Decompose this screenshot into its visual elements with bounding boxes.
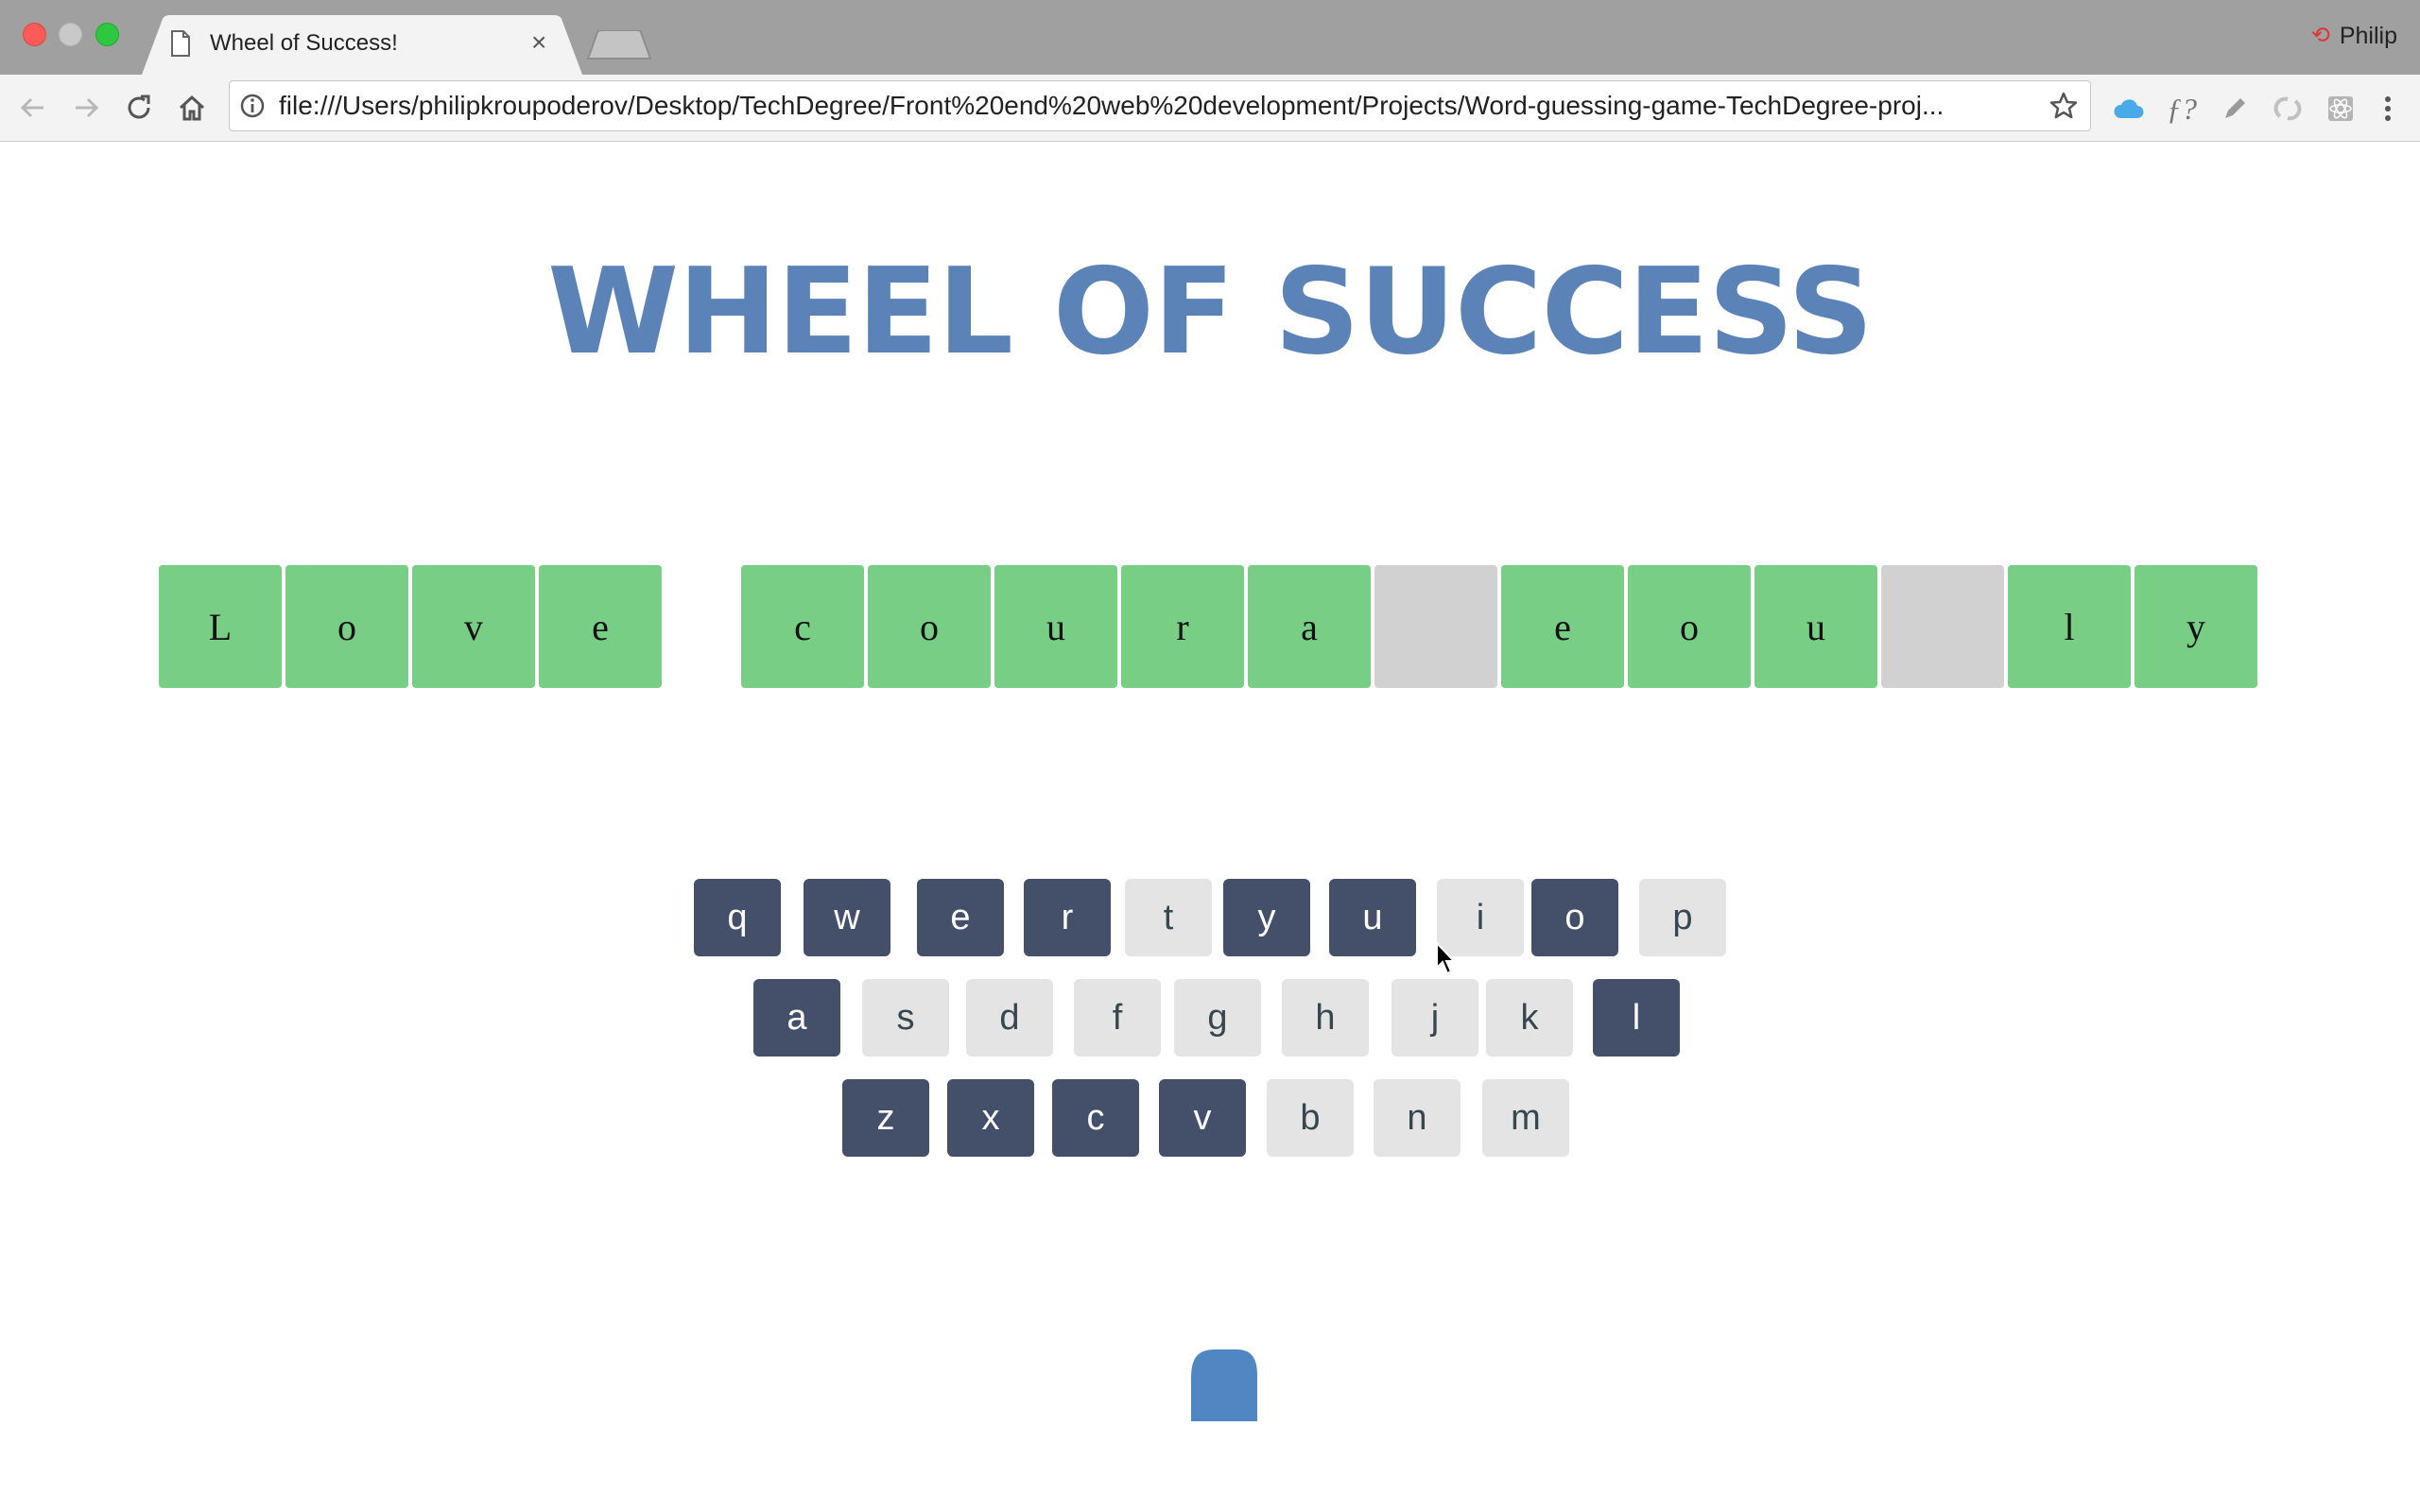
letter-tile: [1881, 565, 2004, 688]
key-q[interactable]: q: [694, 879, 781, 956]
window-maximize-button[interactable]: [95, 23, 119, 46]
star-icon[interactable]: [2048, 91, 2079, 121]
key-p[interactable]: p: [1639, 879, 1726, 956]
letter-tile: o: [868, 565, 991, 688]
letter-tile: r: [1121, 565, 1244, 688]
tab-close-icon[interactable]: ×: [531, 26, 546, 59]
key-f[interactable]: f: [1074, 979, 1161, 1057]
key-s[interactable]: s: [862, 979, 949, 1057]
pen-extension-button[interactable]: [2216, 90, 2254, 128]
letter-tile: v: [412, 565, 535, 688]
window-minimize-button[interactable]: [59, 23, 82, 46]
key-r[interactable]: r: [1024, 879, 1111, 956]
address-bar[interactable]: file:///Users/philipkroupoderov/Desktop/…: [229, 80, 2091, 131]
letter-tile: l: [2008, 565, 2131, 688]
key-g[interactable]: g: [1174, 979, 1261, 1057]
back-button[interactable]: [13, 88, 53, 128]
tab-active[interactable]: Wheel of Success! ×: [142, 15, 582, 75]
letter-tile: L: [159, 565, 282, 688]
key-h[interactable]: h: [1282, 979, 1369, 1057]
browser-toolbar: file:///Users/philipkroupoderov/Desktop/…: [0, 75, 2420, 142]
letter-tile: o: [1628, 565, 1751, 688]
letter-tile: o: [285, 565, 408, 688]
reload-icon: [128, 94, 150, 119]
info-icon[interactable]: [239, 93, 266, 119]
letter-tile: e: [539, 565, 662, 688]
key-d[interactable]: d: [966, 979, 1053, 1057]
back-icon: [20, 97, 43, 118]
key-l[interactable]: l: [1593, 979, 1680, 1057]
key-m[interactable]: m: [1482, 1079, 1569, 1157]
forward-icon: [76, 97, 99, 118]
font-extension-icon: ƒ?: [2167, 91, 2197, 126]
key-c[interactable]: c: [1052, 1079, 1139, 1157]
key-v[interactable]: v: [1159, 1079, 1246, 1157]
key-z[interactable]: z: [842, 1079, 929, 1157]
new-tab-button[interactable]: [586, 30, 652, 60]
letter-tile: u: [994, 565, 1117, 688]
tab-title: Wheel of Success!: [210, 30, 398, 56]
letter-tile: c: [741, 565, 864, 688]
key-n[interactable]: n: [1374, 1079, 1461, 1157]
reload-button[interactable]: [119, 88, 159, 128]
letter-tile: a: [1248, 565, 1371, 688]
letter-tile: u: [1754, 565, 1877, 688]
key-x[interactable]: x: [947, 1079, 1034, 1157]
key-w[interactable]: w: [804, 879, 890, 956]
menu-icon: [2385, 96, 2391, 121]
sync-extension-icon: [2273, 96, 2302, 121]
key-k[interactable]: k: [1486, 979, 1573, 1057]
letter-tile: e: [1501, 565, 1624, 688]
window-close-button[interactable]: [23, 23, 46, 46]
key-u[interactable]: u: [1329, 879, 1416, 956]
key-j[interactable]: j: [1392, 979, 1478, 1057]
cloud-extension-icon: [2114, 99, 2144, 118]
letter-tile: [1374, 565, 1497, 688]
url-text: file:///Users/philipkroupoderov/Desktop/…: [279, 91, 1945, 120]
font-extension-button[interactable]: ƒ?: [2163, 90, 2201, 128]
tab-strip: Wheel of Success! × ⟲ Philip: [0, 0, 2420, 75]
life-heart-icon: [1191, 1349, 1257, 1421]
forward-button[interactable]: [66, 88, 106, 128]
profile-button[interactable]: ⟲ Philip: [2311, 19, 2397, 53]
sync-extension-button[interactable]: [2269, 90, 2307, 128]
key-y[interactable]: y: [1223, 879, 1310, 956]
key-t[interactable]: t: [1125, 879, 1212, 956]
home-icon: [179, 94, 205, 121]
profile-name: Philip: [2339, 22, 2397, 49]
profile-sync-icon: ⟲: [2310, 23, 2330, 48]
cloud-extension-button[interactable]: [2110, 90, 2148, 128]
key-b[interactable]: b: [1267, 1079, 1354, 1157]
home-button[interactable]: [172, 88, 212, 128]
page-title: WHEEL OF SUCCESS: [547, 242, 1874, 381]
react-extension-button[interactable]: [2322, 90, 2360, 128]
pen-extension-icon: [2225, 98, 2245, 118]
react-extension-icon: [2328, 96, 2353, 121]
letter-tile: y: [2135, 565, 2257, 688]
key-o[interactable]: o: [1531, 879, 1618, 956]
mouse-cursor-icon: [1436, 941, 1457, 975]
key-a[interactable]: a: [753, 979, 840, 1057]
key-e[interactable]: e: [917, 879, 1004, 956]
menu-button[interactable]: [2369, 90, 2407, 128]
document-icon: [171, 30, 190, 57]
